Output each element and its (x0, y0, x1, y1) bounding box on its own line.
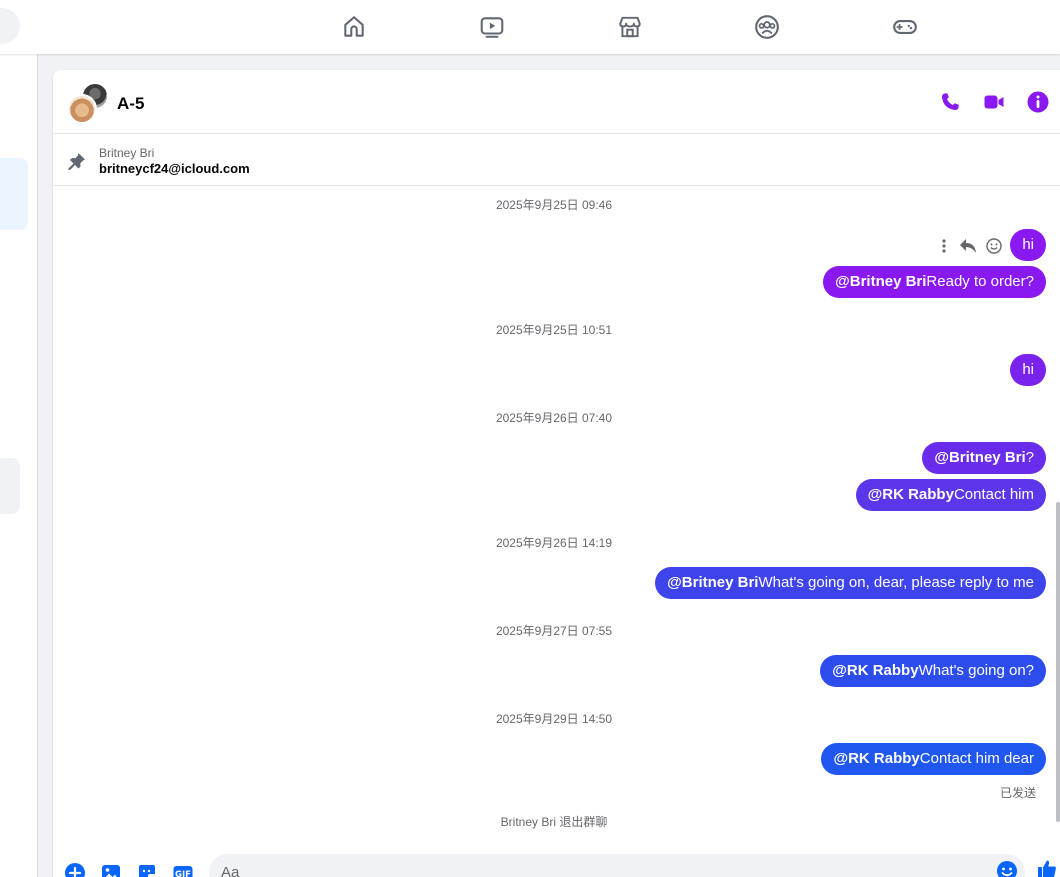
timestamp: 2025年9月26日 14:19 (495, 536, 613, 550)
pinned-text: britneycf24@icloud.com (99, 161, 250, 176)
chat-list-item[interactable] (0, 458, 20, 514)
message-bubble[interactable]: @RK RabbyContact him dear (821, 743, 1046, 775)
mention[interactable]: @Britney Bri (934, 449, 1025, 466)
mention[interactable]: @Britney Bri (667, 574, 758, 591)
scroll-thumb[interactable] (1056, 502, 1060, 822)
gaming-icon[interactable] (888, 10, 922, 44)
pinned-message-bar[interactable]: Britney Bri britneycf24@icloud.com (53, 135, 1060, 186)
react-emoji-icon[interactable] (984, 236, 1004, 256)
chat-header: A-5 (53, 70, 1060, 134)
add-icon[interactable] (64, 862, 86, 877)
message-bubble[interactable]: @RK RabbyWhat's going on? (820, 655, 1046, 687)
mention[interactable]: @RK Rabby (832, 662, 918, 679)
pinned-sender: Britney Bri (99, 146, 155, 160)
avatar (67, 94, 97, 124)
chat-list-item-selected[interactable] (0, 158, 28, 230)
svg-text:GIF: GIF (175, 870, 191, 877)
photo-icon[interactable] (100, 862, 122, 877)
home-icon[interactable] (337, 10, 371, 44)
timestamp: 2025年9月25日 09:46 (495, 198, 613, 212)
chat-window: A-5 Britney Bri britneycf24@icloud.com 2… (53, 70, 1060, 877)
search-field-stub[interactable] (0, 8, 20, 44)
message-bubble[interactable]: @Britney Bri? (922, 442, 1046, 474)
message-status: 已发送 (999, 786, 1036, 800)
message-list: 2025年9月25日 09:46 hi @Britney BriReady to… (53, 187, 1060, 847)
top-nav-bar (0, 0, 1060, 54)
message-actions (934, 236, 1004, 256)
message-bubble[interactable]: @Britney BriReady to order? (823, 266, 1046, 298)
timestamp: 2025年9月27日 07:55 (495, 624, 613, 638)
scrollbar[interactable] (1056, 192, 1060, 832)
message-bubble[interactable]: hi (1010, 354, 1046, 386)
timestamp: 2025年9月26日 07:40 (495, 411, 613, 425)
gif-icon[interactable]: GIF (172, 862, 194, 877)
group-avatar[interactable] (67, 82, 109, 124)
marketplace-icon[interactable] (613, 10, 647, 44)
message-input[interactable] (209, 854, 1025, 877)
info-icon[interactable] (1026, 90, 1050, 114)
like-icon[interactable] (1036, 858, 1058, 877)
reply-icon[interactable] (958, 236, 978, 256)
mention[interactable]: @RK Rabby (868, 486, 954, 503)
phone-icon[interactable] (938, 90, 962, 114)
groups-icon[interactable] (750, 10, 784, 44)
more-options-icon[interactable] (934, 236, 954, 256)
mention[interactable]: @Britney Bri (835, 273, 926, 290)
timestamp: 2025年9月29日 14:50 (495, 712, 613, 726)
timestamp: 2025年9月25日 10:51 (495, 323, 613, 337)
mention[interactable]: @RK Rabby (833, 750, 919, 767)
pin-icon (67, 151, 87, 171)
chat-title[interactable]: A-5 (117, 94, 144, 114)
sticker-icon[interactable] (136, 862, 158, 877)
message-bubble[interactable]: @Britney BriWhat's going on, dear, pleas… (655, 567, 1046, 599)
system-notice: Britney Bri 退出群聊 (500, 815, 608, 829)
video-icon[interactable] (475, 10, 509, 44)
video-call-icon[interactable] (982, 90, 1006, 114)
message-bubble[interactable]: hi (1010, 229, 1046, 261)
emoji-icon[interactable] (996, 860, 1018, 877)
message-composer: GIF (53, 850, 1060, 877)
message-bubble[interactable]: @RK RabbyContact him (855, 479, 1046, 511)
